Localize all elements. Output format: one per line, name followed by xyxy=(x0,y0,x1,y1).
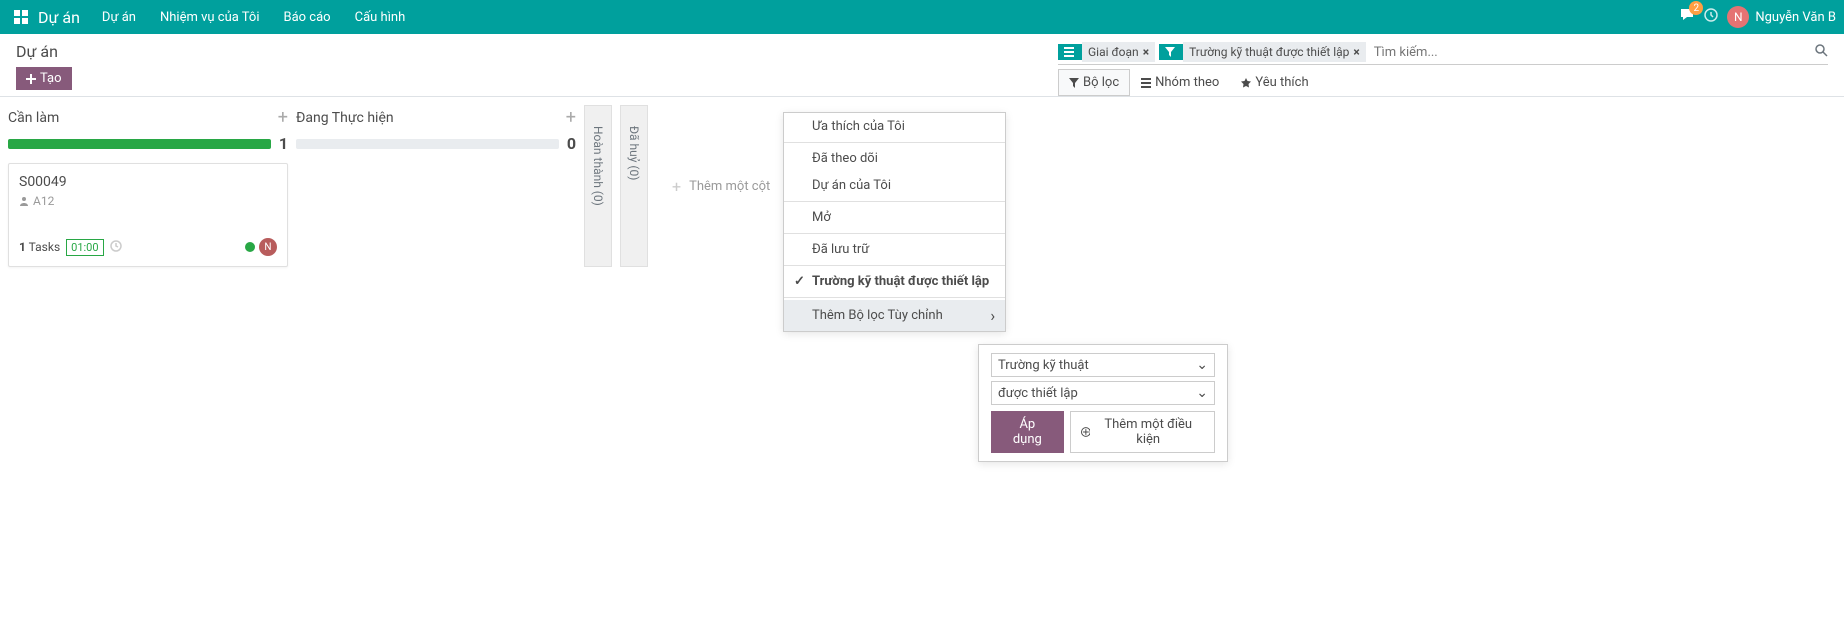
custom-filter-panel: Trường kỹ thuật được thiết lập Áp dụng T… xyxy=(978,344,1228,462)
favorites-button[interactable]: Yêu thích xyxy=(1230,69,1319,96)
facet-filter-value: Trường kỹ thuật được thiết lập xyxy=(1189,45,1349,59)
quick-create-icon[interactable]: + xyxy=(278,107,288,128)
chat-icon[interactable]: 2 xyxy=(1679,7,1695,27)
card-partner: A12 xyxy=(19,194,277,208)
filter-my-projects[interactable]: Dự án của Tôi xyxy=(784,172,1005,199)
control-panel: Dự án Tạo Giai đoạn × Trường k xyxy=(0,34,1844,97)
facet-remove-icon[interactable]: × xyxy=(1353,45,1359,59)
add-column[interactable]: + Thêm một cột xyxy=(656,105,786,267)
filter-my-fav[interactable]: Ưa thích của Tôi xyxy=(784,113,1005,140)
app-title[interactable]: Dự án xyxy=(38,8,80,27)
filter-open[interactable]: Mở xyxy=(784,204,1005,231)
create-label: Tạo xyxy=(40,71,62,86)
user-name: Nguyễn Văn B xyxy=(1755,10,1836,25)
facet-groupby: Giai đoạn × xyxy=(1058,42,1155,62)
progress-bar[interactable] xyxy=(8,139,271,149)
main-nav: Dự án Nhiệm vụ của Tôi Báo cáo Cấu hình xyxy=(92,2,415,33)
column-count: 1 xyxy=(279,134,288,153)
filter-followed[interactable]: Đã theo dõi xyxy=(784,145,1005,172)
column-title[interactable]: Cần làm xyxy=(8,110,59,126)
filters-dropdown: Ưa thích của Tôi Đã theo dõi Dự án của T… xyxy=(783,112,1006,332)
notif-badge: 2 xyxy=(1689,1,1703,15)
groupby-button[interactable]: Nhóm theo xyxy=(1130,69,1230,96)
kanban-column-todo: Cần làm + 1 S00049 A12 1 Tasks 01:00 N xyxy=(8,105,288,267)
user-menu[interactable]: N Nguyễn Văn B xyxy=(1727,6,1836,28)
create-button[interactable]: Tạo xyxy=(16,67,72,90)
search-input[interactable] xyxy=(1370,43,1814,62)
plus-icon: + xyxy=(672,177,681,196)
facet-groupby-value: Giai đoạn xyxy=(1088,45,1139,59)
search-icon[interactable] xyxy=(1814,43,1828,61)
kanban-card[interactable]: S00049 A12 1 Tasks 01:00 N xyxy=(8,163,288,267)
search-bar: Giai đoạn × Trường kỹ thuật được thiết l… xyxy=(1058,42,1828,65)
avatar: N xyxy=(1727,6,1749,28)
apply-button[interactable]: Áp dụng xyxy=(991,411,1064,453)
groupby-icon xyxy=(1058,44,1082,60)
column-count: 0 xyxy=(567,134,576,153)
card-title: S00049 xyxy=(19,174,277,190)
add-condition-button[interactable]: Thêm một điều kiện xyxy=(1070,411,1215,453)
progress-bar[interactable] xyxy=(296,139,559,149)
assignee-avatar[interactable]: N xyxy=(259,238,277,256)
facet-filter: Trường kỹ thuật được thiết lập × xyxy=(1159,42,1366,62)
page-title: Dự án xyxy=(16,42,72,61)
filter-archived[interactable]: Đã lưu trữ xyxy=(784,236,1005,263)
kanban-column-done-folded[interactable]: Hoàn thành (0) xyxy=(584,105,612,267)
nav-reports[interactable]: Báo cáo xyxy=(274,2,341,33)
filters-button[interactable]: Bộ lọc xyxy=(1058,69,1130,96)
filter-tech-set[interactable]: Trường kỹ thuật được thiết lập xyxy=(784,268,1005,295)
top-navbar: Dự án Dự án Nhiệm vụ của Tôi Báo cáo Cấu… xyxy=(0,0,1844,34)
kanban-column-doing: Đang Thực hiện + 0 xyxy=(296,105,576,267)
activity-icon[interactable] xyxy=(1703,7,1719,27)
filter-field-select[interactable]: Trường kỹ thuật xyxy=(991,353,1215,377)
clock-icon[interactable] xyxy=(110,240,122,255)
nav-my-tasks[interactable]: Nhiệm vụ của Tôi xyxy=(150,2,270,33)
apps-icon[interactable] xyxy=(8,4,34,30)
status-dot[interactable] xyxy=(245,242,255,252)
nav-config[interactable]: Cấu hình xyxy=(345,2,416,33)
quick-create-icon[interactable]: + xyxy=(566,107,576,128)
kanban-column-cancel-folded[interactable]: Đã huỷ (0) xyxy=(620,105,648,267)
filter-op-select[interactable]: được thiết lập xyxy=(991,381,1215,405)
column-title[interactable]: Đang Thực hiện xyxy=(296,110,394,126)
facet-remove-icon[interactable]: × xyxy=(1143,45,1149,59)
filter-add-custom[interactable]: Thêm Bộ lọc Tùy chỉnh xyxy=(784,300,1005,331)
search-options: Bộ lọc Nhóm theo Yêu thích xyxy=(1058,69,1828,96)
time-badge: 01:00 xyxy=(66,239,103,256)
nav-project[interactable]: Dự án xyxy=(92,2,146,33)
filter-facet-icon xyxy=(1159,44,1183,60)
tasks-count: 1 Tasks xyxy=(19,240,60,254)
